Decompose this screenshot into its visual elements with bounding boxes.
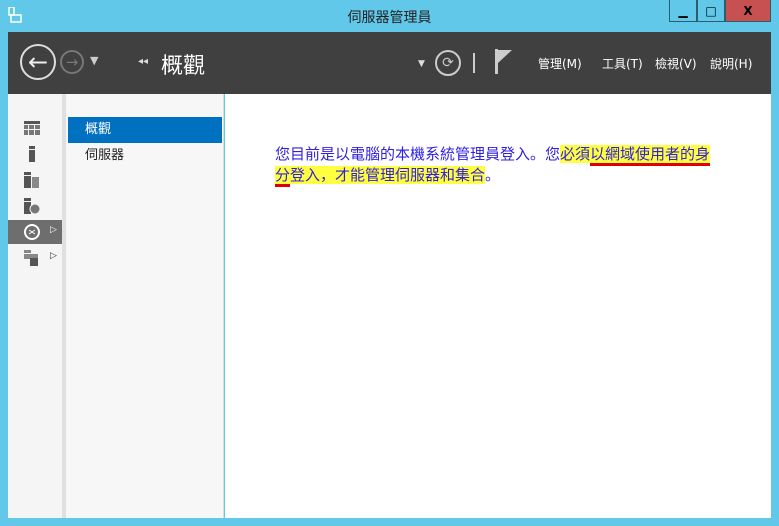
menu-help[interactable]: 說明(H)	[710, 55, 752, 72]
back-button[interactable]: ←	[20, 44, 56, 80]
dashboard-icon	[24, 121, 40, 135]
refresh-icon: ⟳	[442, 55, 454, 71]
file-storage-icon	[24, 250, 38, 266]
expand-arrow-icon[interactable]: ▷	[50, 225, 57, 235]
header-bar: ← → ▼ ◂◂ 概觀 ▼ ⟳ 管理(M) 工具(T) 檢視(V) 說明(H)	[8, 32, 771, 94]
maximize-button[interactable]: □	[697, 0, 725, 22]
rail-web-server[interactable]	[8, 194, 62, 218]
notifications-flag-icon[interactable]	[495, 49, 513, 74]
login-warning-message: 您目前是以電腦的本機系統管理員登入。您必須以網域使用者的身分登入，才能管理伺服器…	[275, 144, 715, 187]
nav-item-servers[interactable]: 伺服器	[68, 143, 222, 169]
arrow-left-icon: ←	[27, 48, 49, 76]
minimize-button[interactable]: ▁	[669, 0, 697, 22]
rail-all-servers[interactable]	[8, 168, 62, 192]
content-pane: 您目前是以電腦的本機系統管理員登入。您必須以網域使用者的身分登入，才能管理伺服器…	[225, 94, 771, 518]
breadcrumb-chevron-icon: ◂◂	[138, 56, 149, 67]
rail-local-server[interactable]	[8, 142, 62, 166]
remote-access-icon	[24, 224, 40, 240]
divider	[473, 53, 475, 73]
window-title: 伺服器管理員	[347, 10, 432, 26]
menu-tools[interactable]: 工具(T)	[602, 55, 643, 72]
breadcrumb-dropdown-icon[interactable]: ▼	[418, 59, 425, 69]
navigation-pane: 概觀 伺服器	[66, 94, 224, 518]
rail-file-storage[interactable]: ▷	[8, 246, 62, 270]
server-icon	[29, 146, 35, 162]
highlight-underline: 以網域使用者	[590, 145, 681, 166]
icon-rail: ▷ ▷	[8, 94, 62, 518]
history-dropdown-icon[interactable]: ▼	[90, 54, 98, 67]
highlight: 登入，才能管理伺服器和集合	[290, 166, 486, 184]
arrow-right-icon: →	[65, 53, 79, 71]
servers-icon	[24, 172, 39, 188]
page-title: 概觀	[161, 54, 206, 79]
forward-button[interactable]: →	[60, 50, 84, 74]
rail-dashboard[interactable]	[8, 116, 62, 140]
menu-view[interactable]: 檢視(V)	[655, 55, 697, 72]
rail-remote-access[interactable]: ▷	[8, 220, 62, 244]
title-bar: 伺服器管理員 ▁ □ X	[0, 0, 779, 32]
refresh-button[interactable]: ⟳	[435, 50, 461, 76]
expand-arrow-icon[interactable]: ▷	[50, 251, 57, 261]
close-button[interactable]: X	[725, 0, 771, 22]
highlight: 必須	[560, 145, 591, 163]
nav-item-overview[interactable]: 概觀	[68, 117, 222, 143]
server-globe-icon	[24, 198, 40, 214]
menu-manage[interactable]: 管理(M)	[538, 55, 582, 72]
